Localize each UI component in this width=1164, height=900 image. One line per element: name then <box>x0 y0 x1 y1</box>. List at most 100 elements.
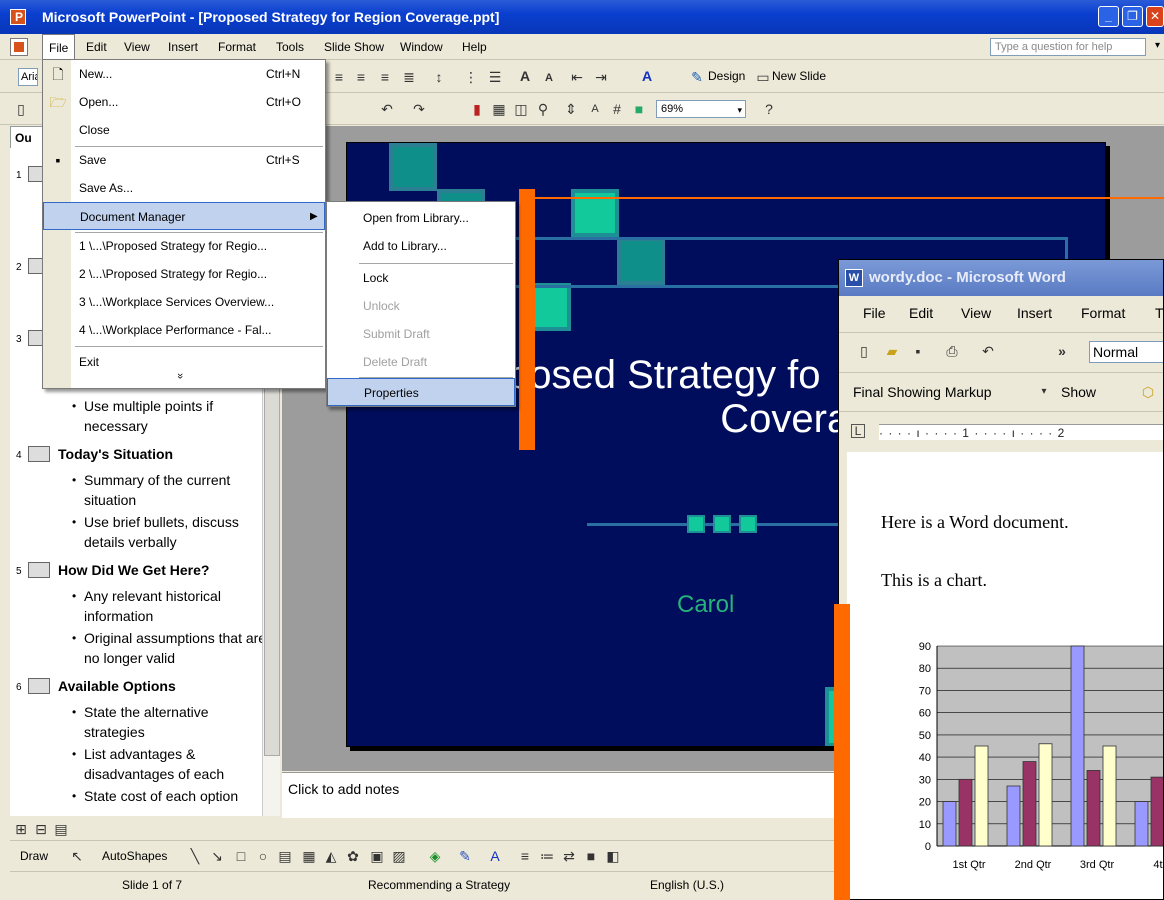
tab-stop-icon[interactable]: L <box>851 424 865 438</box>
insert-table-icon[interactable]: ▦ <box>490 100 508 118</box>
arrow-tool-icon[interactable]: ↘ <box>208 847 226 865</box>
outline-bullet[interactable]: Any relevant historical information <box>72 586 267 626</box>
increase-font-icon[interactable]: A <box>516 67 534 85</box>
oval-tool-icon[interactable]: ○ <box>254 847 272 865</box>
markup-display-select[interactable]: Final Showing Markup <box>853 381 1047 403</box>
picture-icon[interactable]: ▣ <box>368 847 386 865</box>
textbox-tool-icon[interactable]: ▤ <box>276 847 294 865</box>
hyperlink-icon[interactable]: ⚲ <box>534 100 552 118</box>
rectangle-tool-icon[interactable]: □ <box>232 847 250 865</box>
redo-icon[interactable]: ↷ <box>410 100 428 118</box>
normal-view-icon[interactable]: ⊞ <box>12 820 30 838</box>
menu-item-open[interactable]: 🗁 Open... Ctrl+O <box>43 88 325 116</box>
menu-item-save[interactable]: ▪ Save Ctrl+S <box>43 146 325 174</box>
insert-diagram-icon[interactable]: ◫ <box>512 100 530 118</box>
word-menu-file[interactable]: File <box>863 305 886 321</box>
font-name-input[interactable]: Aria <box>18 68 38 86</box>
submenu-lock[interactable]: Lock <box>327 264 515 292</box>
show-formatting-icon[interactable]: A <box>586 100 604 118</box>
save-disk-icon[interactable]: ▪ <box>909 342 927 360</box>
undo-icon[interactable]: ↶ <box>979 342 997 360</box>
menu-file[interactable]: File <box>42 34 76 61</box>
bullets-icon[interactable]: ☰ <box>486 68 504 86</box>
insert-chart-icon[interactable]: ▮ <box>468 100 486 118</box>
line-spacing-icon[interactable]: ↕ <box>430 68 448 86</box>
arrow-style-icon[interactable]: ⇄ <box>560 847 578 865</box>
powerpoint-app-icon[interactable] <box>10 9 26 25</box>
draw-menu-button[interactable]: Draw <box>20 849 48 863</box>
outline-bullet[interactable]: Use brief bullets, discuss details verba… <box>72 512 267 552</box>
expand-all-icon[interactable]: ⇕ <box>562 100 580 118</box>
color-grayscale-icon[interactable]: ■ <box>630 100 648 118</box>
new-file-icon[interactable]: ▯ <box>12 100 30 118</box>
submenu-properties[interactable]: Properties <box>327 378 515 406</box>
slide-show-icon[interactable]: ▤ <box>52 820 70 838</box>
design-button[interactable]: Design <box>708 69 745 83</box>
autoshapes-button[interactable]: AutoShapes <box>102 849 167 863</box>
menu-format[interactable]: Format <box>212 34 262 60</box>
font-color-icon[interactable]: A <box>638 67 656 85</box>
menu-item-recent-3[interactable]: 3 \...\Workplace Services Overview... <box>43 288 325 316</box>
slide-sorter-icon[interactable]: ⊟ <box>32 820 50 838</box>
minimize-button[interactable]: _ <box>1098 6 1119 27</box>
outline-bullet[interactable]: Use multiple points if necessary <box>72 396 267 436</box>
zoom-select[interactable]: 69% ▾ <box>656 100 746 118</box>
word-ruler[interactable]: L · · · · ı · · · · 1 · · · · ı · · · · … <box>839 411 1163 451</box>
outline-bullet[interactable]: Summary of the current situation <box>72 470 267 510</box>
3d-icon[interactable]: ◧ <box>604 847 622 865</box>
decrease-font-icon[interactable]: A <box>540 69 558 87</box>
align-center-icon[interactable]: ≡ <box>352 68 370 86</box>
outline-bullet[interactable]: State the alternative strategies <box>72 702 267 742</box>
menu-slide-show[interactable]: Slide Show <box>318 34 390 60</box>
clipart-icon[interactable]: ✿ <box>344 847 362 865</box>
menu-expand-chevron-icon[interactable]: » <box>174 373 186 379</box>
decrease-indent-icon[interactable]: ⇤ <box>568 68 586 86</box>
insert-picture-icon[interactable]: ▨ <box>390 847 408 865</box>
close-button[interactable]: ✕ <box>1146 6 1164 27</box>
word-menu-format[interactable]: Format <box>1081 305 1125 321</box>
menu-item-recent-2[interactable]: 2 \...\Proposed Strategy for Regio... <box>43 260 325 288</box>
menu-view[interactable]: View <box>118 34 156 60</box>
toolbar-overflow-icon[interactable]: » <box>1053 342 1071 360</box>
design-icon[interactable]: ✎ <box>688 68 706 86</box>
print-icon[interactable]: ⎙ <box>943 342 961 360</box>
wordart-icon[interactable]: ▦ <box>300 847 318 865</box>
align-right-icon[interactable]: ≡ <box>376 68 394 86</box>
menu-item-recent-1[interactable]: 1 \...\Proposed Strategy for Regio... <box>43 232 325 260</box>
fill-color-icon[interactable]: ◈ <box>426 847 444 865</box>
increase-indent-icon[interactable]: ⇥ <box>592 68 610 86</box>
show-button[interactable]: Show <box>1061 384 1096 400</box>
word-menu-insert[interactable]: Insert <box>1017 305 1052 321</box>
undo-icon[interactable]: ↶ <box>378 100 396 118</box>
previous-change-icon[interactable]: ⬡ <box>1139 383 1157 401</box>
text-color-icon[interactable]: A <box>486 847 504 865</box>
line-style-icon[interactable]: ≡ <box>516 847 534 865</box>
embedded-chart[interactable]: 0 10 20 30 40 50 60 70 80 90 1st Qtr 2nd Qtr 3rd Qtr… <box>907 640 1164 875</box>
word-menu-tools[interactable]: T <box>1155 305 1163 321</box>
help-dropdown-icon[interactable]: ▾ <box>1155 40 1160 51</box>
menu-item-save-as[interactable]: Save As... <box>43 174 325 202</box>
align-left-icon[interactable]: ≡ <box>330 68 348 86</box>
new-doc-icon[interactable]: ▯ <box>855 342 873 360</box>
justify-icon[interactable]: ≣ <box>400 68 418 86</box>
menu-tools[interactable]: Tools <box>270 34 310 60</box>
menu-insert[interactable]: Insert <box>162 34 204 60</box>
menu-help[interactable]: Help <box>456 34 493 60</box>
help-icon[interactable]: ? <box>760 100 778 118</box>
menu-item-document-manager[interactable]: Document Manager ▶ <box>43 202 325 230</box>
document-icon[interactable] <box>10 38 28 56</box>
submenu-open-from-library[interactable]: Open from Library... <box>327 204 515 232</box>
outline-bullet[interactable]: List advantages & disadvantages of each <box>72 744 267 784</box>
grid-icon[interactable]: # <box>608 100 626 118</box>
menu-window[interactable]: Window <box>394 34 449 60</box>
menu-item-exit[interactable]: Exit <box>43 348 325 376</box>
line-color-icon[interactable]: ✎ <box>456 847 474 865</box>
restore-button[interactable]: ❐ <box>1122 6 1143 27</box>
menu-item-close[interactable]: Close <box>43 116 325 144</box>
outline-bullet[interactable]: Original assumptions that are no longer … <box>72 628 267 668</box>
word-menu-view[interactable]: View <box>961 305 991 321</box>
menu-item-new[interactable]: 🗋 New... Ctrl+N <box>43 60 325 88</box>
diagram-icon[interactable]: ◭ <box>322 847 340 865</box>
shadow-icon[interactable]: ■ <box>582 847 600 865</box>
outline-bullet[interactable]: State cost of each option <box>72 786 267 806</box>
